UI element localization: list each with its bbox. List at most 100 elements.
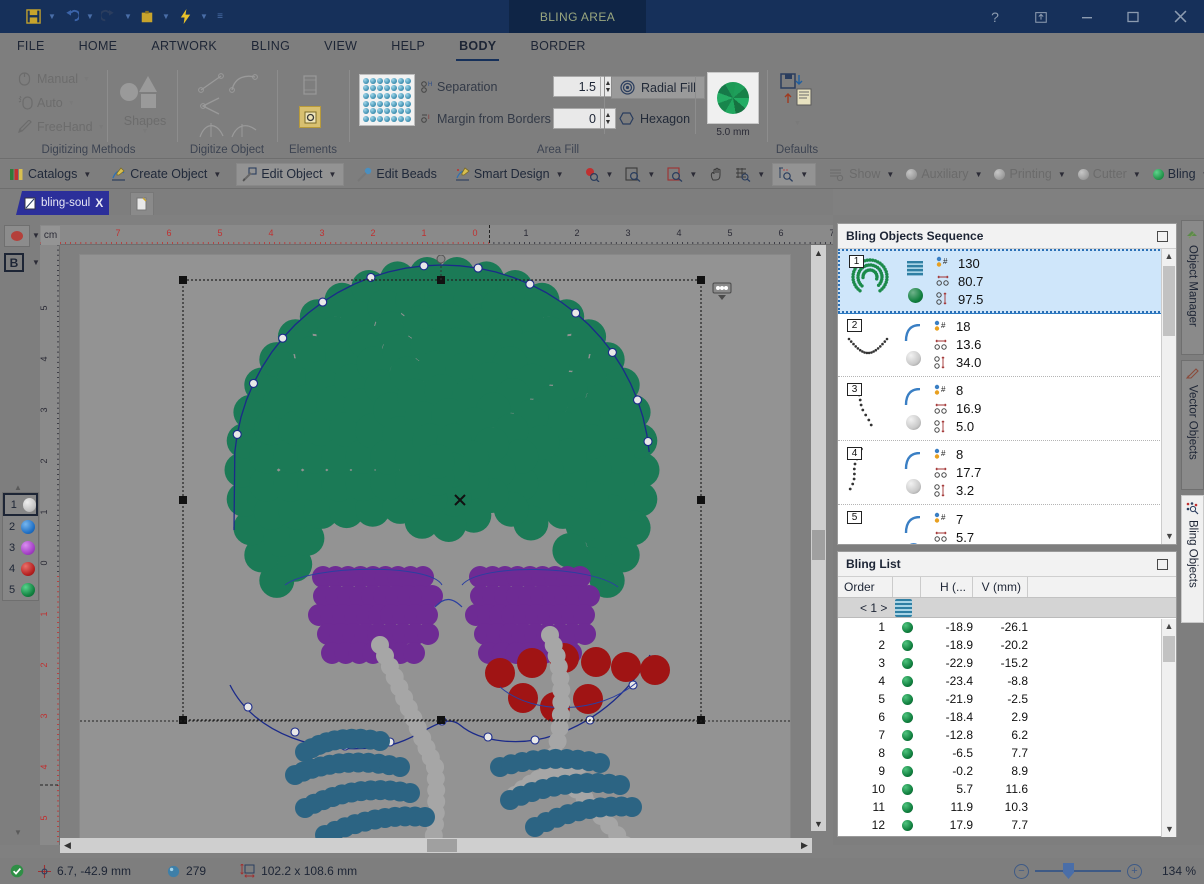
radial-fill-toggle[interactable]: Radial Fill <box>611 76 705 99</box>
save-caret-icon[interactable]: ▼ <box>44 4 60 30</box>
digitize-auto-button[interactable]: Auto ▼ <box>18 96 75 110</box>
layer-auxiliary-button[interactable]: Auxiliary ▼ <box>901 163 989 186</box>
scroll-down-icon[interactable]: ▼ <box>1162 822 1177 837</box>
side-tab-object-manager[interactable]: Object Manager <box>1181 220 1204 355</box>
chevron-down-icon[interactable]: ▼ <box>98 124 105 131</box>
palette-item-3[interactable]: 3 <box>3 537 38 558</box>
digitize-line-icon[interactable] <box>197 72 227 94</box>
palette-item-5[interactable]: 5 <box>3 579 38 600</box>
close-icon[interactable] <box>1156 0 1204 33</box>
scroll-left-icon[interactable]: ◀ <box>60 838 75 853</box>
chevron-down-icon[interactable]: ▼ <box>83 76 90 83</box>
show-menu-button[interactable]: Show ▼ <box>824 163 901 186</box>
sequence-row[interactable]: 5 # 7 5.7 <box>838 505 1176 544</box>
shapes-button[interactable]: Shapes ▼ <box>115 70 175 135</box>
sequence-row[interactable]: 4 # 8 17.7 <box>838 441 1176 505</box>
panel-pin-icon[interactable] <box>1157 559 1168 570</box>
column-h[interactable]: H (... <box>921 577 973 597</box>
chevron-down-icon[interactable]: ▼ <box>645 170 657 179</box>
palette-item-2[interactable]: 2 <box>3 516 38 537</box>
bling-list-row[interactable]: 10 5.7 11.6 <box>838 780 1176 798</box>
object-badge-icon[interactable] <box>712 281 732 303</box>
column-color[interactable] <box>893 577 921 597</box>
sequence-scroll-thumb[interactable] <box>1163 266 1175 336</box>
hexagon-toggle[interactable]: Hexagon <box>611 108 698 129</box>
bling-list-row[interactable]: 13 23.4 4.3 <box>838 834 1176 836</box>
vertical-ruler[interactable]: 5 4 3 2 1 0 1 2 3 4 5 <box>40 245 60 845</box>
digitize-manual-button[interactable]: Manual ▼ <box>18 72 90 86</box>
bling-list-scrollbar[interactable]: ▲ ▼ <box>1161 619 1176 837</box>
maximize-icon[interactable] <box>1110 0 1156 33</box>
measure-zoom-tool[interactable]: ▼ <box>772 163 816 186</box>
ribbon-tab-home[interactable]: HOME <box>62 33 135 62</box>
chevron-down-icon[interactable]: ▼ <box>755 170 767 179</box>
bling-list-row[interactable]: 3 -22.9 -15.2 <box>838 654 1176 672</box>
layer-bling-button[interactable]: Bling ▼ <box>1148 163 1204 186</box>
context-tab-bling-area[interactable]: BLING AREA <box>509 0 646 33</box>
lightning-icon[interactable] <box>174 4 196 30</box>
canvas-vertical-scrollbar[interactable]: ▲ ▼ <box>811 245 826 831</box>
document-tab-bling-soul[interactable]: bling-soul X <box>16 191 109 215</box>
undo-caret-icon[interactable]: ▼ <box>82 4 98 30</box>
chevron-down-icon[interactable]: ▼ <box>554 170 566 179</box>
ribbon-tab-border[interactable]: BORDER <box>513 33 602 62</box>
lightning-caret-icon[interactable]: ▼ <box>196 4 212 30</box>
design-canvas[interactable] <box>60 245 833 845</box>
smart-design-button[interactable]: Smart Design ▼ <box>450 163 571 186</box>
chevron-down-icon[interactable]: ▼ <box>687 170 699 179</box>
zoom-slider[interactable] <box>1035 870 1121 872</box>
bling-list-rows[interactable]: 1 -18.9 -26.1 2 -18.9 -20.2 3 <box>838 618 1176 836</box>
canvas-horizontal-scrollbar[interactable]: ◀ ▶ <box>60 838 812 853</box>
ribbon-tab-bling[interactable]: BLING <box>234 33 307 62</box>
save-icon[interactable] <box>22 4 44 30</box>
palette-item-1[interactable]: 1 <box>3 493 38 516</box>
window-buttons[interactable]: ? <box>972 0 1204 33</box>
ribbon-tab-file[interactable]: FILE <box>0 33 62 62</box>
digitize-angle-icon[interactable] <box>197 96 227 116</box>
bling-list-scroll-thumb[interactable] <box>1163 636 1175 662</box>
chevron-down-icon[interactable]: ▼ <box>211 170 223 179</box>
chevron-down-icon[interactable]: ▼ <box>884 170 896 179</box>
bling-list-row[interactable]: 2 -18.9 -20.2 <box>838 636 1176 654</box>
sequence-scrollbar[interactable]: ▲ ▼ <box>1161 249 1176 544</box>
chevron-down-icon[interactable]: ▼ <box>81 170 93 179</box>
bling-list-row[interactable]: 6 -18.4 2.9 <box>838 708 1176 726</box>
chevron-down-icon[interactable]: ▼ <box>1200 170 1204 179</box>
ruler-unit-label[interactable]: cm <box>41 226 60 245</box>
mode-b-button[interactable]: B <box>4 253 24 272</box>
redo-icon[interactable] <box>98 4 120 30</box>
element-bead-icon[interactable] <box>299 106 321 128</box>
margin-input[interactable]: 0 <box>553 108 601 129</box>
zoom-out-button[interactable]: − <box>1014 864 1029 879</box>
restore-window-icon[interactable] <box>1018 0 1064 33</box>
new-document-tab[interactable] <box>130 192 154 215</box>
digitize-arc2-icon[interactable] <box>229 120 259 140</box>
more-commands-icon[interactable]: ≡ <box>212 4 228 30</box>
bling-list-row[interactable]: 7 -12.8 6.2 <box>838 726 1176 744</box>
zoom-page-tool[interactable]: ▼ <box>620 163 662 186</box>
layer-cutter-button[interactable]: Cutter ▼ <box>1073 163 1148 186</box>
zoom-selection-tool[interactable]: ▼ <box>662 163 704 186</box>
sequence-row[interactable]: 1 # 130 80.7 <box>838 249 1176 313</box>
bling-list-row[interactable]: 8 -6.5 7.7 <box>838 744 1176 762</box>
scroll-up-icon[interactable]: ▲ <box>1162 619 1176 634</box>
horizontal-scroll-thumb[interactable] <box>427 839 457 852</box>
grid-zoom-tool[interactable]: ▼ <box>730 163 772 186</box>
column-v[interactable]: V (mm) <box>973 577 1028 597</box>
zoom-control[interactable]: − + 134 % <box>1014 864 1196 879</box>
paste-caret-icon[interactable]: ▼ <box>158 4 174 30</box>
chevron-down-icon[interactable]: ▼ <box>1056 170 1068 179</box>
palette-scroll-down-icon[interactable]: ▼ <box>14 828 22 837</box>
bling-list-group-row[interactable]: < 1 > <box>838 598 1176 618</box>
separation-input[interactable]: 1.5 <box>553 76 601 97</box>
undo-icon[interactable] <box>60 4 82 30</box>
bling-list-row[interactable]: 5 -21.9 -2.5 <box>838 690 1176 708</box>
horizontal-ruler[interactable]: 765 432 10 123 456 7 <box>40 225 833 245</box>
column-order[interactable]: Order <box>838 577 893 597</box>
ribbon-tab-help[interactable]: HELP <box>374 33 442 62</box>
scroll-up-icon[interactable]: ▲ <box>811 245 826 260</box>
scroll-down-icon[interactable]: ▼ <box>1162 529 1177 544</box>
palette-scroll-up-icon[interactable]: ▲ <box>14 483 22 492</box>
chevron-down-icon[interactable]: ▼ <box>604 170 616 179</box>
scroll-right-icon[interactable]: ▶ <box>797 838 812 853</box>
